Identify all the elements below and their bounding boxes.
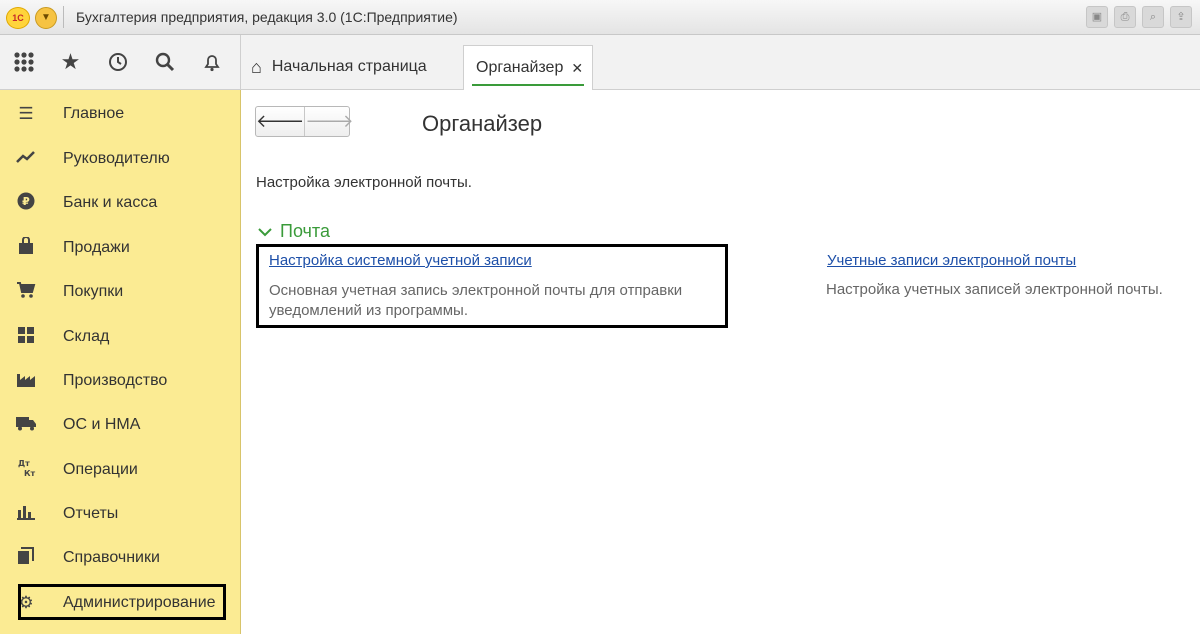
books-icon xyxy=(14,546,38,570)
sidebar-item-references[interactable]: Справочники xyxy=(14,540,160,576)
bell-icon[interactable] xyxy=(188,35,235,89)
sidebar-item-bank[interactable]: ₽ Банк и касса xyxy=(14,185,157,221)
title-bar: 1С ▼ Бухгалтерия предприятия, редакция 3… xyxy=(0,0,1200,35)
sidebar-item-purchases[interactable]: Покупки xyxy=(14,274,123,310)
dt-kt-icon: Дт Кт xyxy=(14,458,38,483)
system-account-description: Основная учетная запись электронной почт… xyxy=(269,282,683,319)
tab-organizer[interactable]: Органайзер ✕ xyxy=(463,45,593,90)
page-description: Настройка электронной почты. xyxy=(256,174,472,191)
trend-icon xyxy=(14,149,38,169)
email-accounts-description: Настройка учетных записей электронной по… xyxy=(826,281,1163,298)
close-icon[interactable]: ✕ xyxy=(571,60,583,77)
group-mail[interactable]: Почта xyxy=(258,221,330,242)
sidebar-item-production[interactable]: Производство xyxy=(14,363,167,399)
tab-strip: ⌂ Начальная страница Органайзер ✕ xyxy=(241,35,1200,90)
sidebar-item-operations[interactable]: Дт Кт Операции xyxy=(14,452,138,488)
sidebar-item-label: Главное xyxy=(63,105,125,122)
export-icon[interactable]: ⇪ xyxy=(1170,6,1192,28)
tab-organizer-label: Органайзер xyxy=(476,59,564,76)
tab-home[interactable]: ⌂ Начальная страница xyxy=(251,45,427,89)
sidebar-item-label: ОС и НМА xyxy=(63,416,141,433)
bag-icon xyxy=(14,235,38,260)
sidebar: ☰ Главное Руководителю ₽ Банк и касса Пр… xyxy=(0,90,241,634)
star-icon[interactable]: ★ xyxy=(47,35,94,89)
window-tools: ▣ ⎙ ⌕ ⇪ xyxy=(1086,6,1192,28)
factory-icon xyxy=(14,370,38,393)
truck-icon xyxy=(14,415,38,436)
svg-text:Дт: Дт xyxy=(18,459,30,468)
sidebar-item-reports[interactable]: Отчеты xyxy=(14,496,118,532)
sidebar-item-label: Склад xyxy=(63,328,110,345)
print-icon[interactable]: ⎙ xyxy=(1114,6,1136,28)
ruble-icon: ₽ xyxy=(14,192,38,215)
sidebar-item-label: Покупки xyxy=(63,283,124,300)
sidebar-item-label: Производство xyxy=(63,372,168,389)
group-title: Почта xyxy=(280,221,330,241)
sidebar-item-label: Справочники xyxy=(63,549,160,566)
sidebar-item-fixed-assets[interactable]: ОС и НМА xyxy=(14,407,140,443)
sidebar-item-main[interactable]: ☰ Главное xyxy=(14,96,124,132)
sidebar-item-label: Операции xyxy=(63,461,138,478)
email-accounts-link[interactable]: Учетные записи электронной почты xyxy=(827,252,1076,269)
back-button[interactable]: 🡐 xyxy=(256,107,306,136)
divider xyxy=(63,6,64,28)
main-menu-button[interactable]: ▼ xyxy=(35,7,57,29)
home-icon: ⌂ xyxy=(251,56,262,77)
window-title: Бухгалтерия предприятия, редакция 3.0 (1… xyxy=(76,9,458,25)
sidebar-item-manager[interactable]: Руководителю xyxy=(14,141,170,177)
search-icon[interactable] xyxy=(141,35,188,89)
tab-home-label: Начальная страница xyxy=(271,58,427,75)
page-title: Органайзер xyxy=(422,111,543,136)
chevron-down-icon xyxy=(258,224,272,240)
quick-toolbar: ★ xyxy=(0,35,241,90)
svg-text:Кт: Кт xyxy=(24,469,36,478)
active-tab-indicator xyxy=(472,84,584,86)
save-icon[interactable]: ▣ xyxy=(1086,6,1108,28)
sidebar-item-label: Банк и касса xyxy=(63,194,158,211)
bar-chart-icon xyxy=(14,504,38,525)
sidebar-item-label: Отчеты xyxy=(63,505,119,522)
1c-logo-icon: 1С xyxy=(6,7,30,29)
system-account-link[interactable]: Настройка системной учетной записи xyxy=(269,252,532,269)
sidebar-item-warehouse[interactable]: Склад xyxy=(14,319,109,355)
svg-text:₽: ₽ xyxy=(22,195,30,208)
sidebar-item-label: Продажи xyxy=(63,239,130,256)
warehouse-icon xyxy=(14,326,38,349)
history-icon[interactable] xyxy=(94,35,141,89)
cart-icon xyxy=(14,281,38,304)
highlight-frame xyxy=(18,584,226,620)
sidebar-item-label: Руководителю xyxy=(63,150,170,167)
apps-grid-icon[interactable] xyxy=(0,35,47,89)
preview-icon[interactable]: ⌕ xyxy=(1142,6,1164,28)
history-navigation: 🡐 🡒 xyxy=(255,106,354,137)
sidebar-item-sales[interactable]: Продажи xyxy=(14,230,130,266)
forward-button[interactable]: 🡒 xyxy=(305,107,353,136)
menu-icon: ☰ xyxy=(18,104,34,123)
